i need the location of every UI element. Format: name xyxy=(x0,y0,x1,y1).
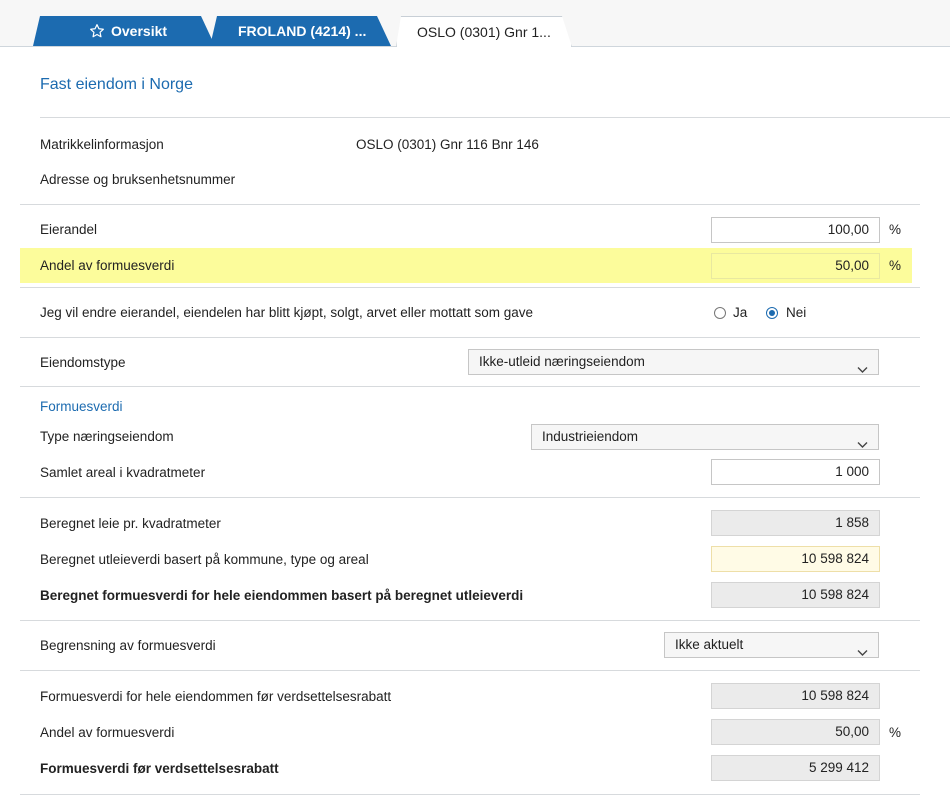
type-naering-label: Type næringseiendom xyxy=(40,429,174,444)
tab-oversikt[interactable]: Oversikt xyxy=(33,16,215,46)
areal-input[interactable]: 1 000 xyxy=(711,459,880,485)
divider xyxy=(20,204,920,205)
star-icon xyxy=(89,23,105,39)
eierandel-label: Eierandel xyxy=(40,222,98,237)
andel-formuesverdi-label: Andel av formuesverdi xyxy=(40,258,175,273)
formuesverdi-hele-value: 10 598 824 xyxy=(711,582,880,608)
eierandel-input[interactable]: 100,00 xyxy=(711,217,880,243)
andel-formuesverdi2-unit: % xyxy=(889,725,902,740)
andel-formuesverdi-unit: % xyxy=(889,258,902,273)
tab-oslo[interactable]: OSLO (0301) Gnr 1... xyxy=(396,16,572,47)
formuesverdi-heading: Formuesverdi xyxy=(40,399,123,414)
eiendomstype-value: Ikke-utleid næringseiendom xyxy=(479,354,645,369)
areal-label: Samlet areal i kvadratmeter xyxy=(40,465,206,480)
andel-formuesverdi2-value: 50,00 xyxy=(711,719,880,745)
tab-froland[interactable]: FROLAND (4214) ... xyxy=(210,16,391,46)
type-naering-select[interactable]: Industrieiendom xyxy=(531,424,879,450)
divider xyxy=(20,670,920,671)
formuesverdi-hele-label: Beregnet formuesverdi for hele eiendomme… xyxy=(40,588,524,603)
tab-froland-label: FROLAND (4214) ... xyxy=(238,23,367,39)
divider xyxy=(20,337,920,338)
divider xyxy=(20,620,920,621)
radio-nei[interactable] xyxy=(766,307,778,319)
divider xyxy=(20,794,920,795)
begrensning-label: Begrensning av formuesverdi xyxy=(40,638,216,653)
eiendomstype-label: Eiendomstype xyxy=(40,355,126,370)
divider xyxy=(20,287,920,288)
leie-kvm-label: Beregnet leie pr. kvadratmeter xyxy=(40,516,221,531)
matrikkel-value: OSLO (0301) Gnr 116 Bnr 146 xyxy=(356,137,539,152)
fv-for-rabatt-value: 10 598 824 xyxy=(711,683,880,709)
chevron-down-icon xyxy=(857,433,868,457)
divider xyxy=(20,497,920,498)
fv-for-rabatt-label: Formuesverdi for hele eiendommen før ver… xyxy=(40,689,392,704)
begrensning-select[interactable]: Ikke aktuelt xyxy=(664,632,879,658)
radio-ja[interactable] xyxy=(714,307,726,319)
begrensning-value: Ikke aktuelt xyxy=(675,637,744,652)
scroll-mask xyxy=(20,118,950,132)
tab-oversikt-label: Oversikt xyxy=(111,23,168,39)
tab-oslo-label: OSLO (0301) Gnr 1... xyxy=(417,24,551,40)
page-title: Fast eiendom i Norge xyxy=(40,76,193,93)
endre-question: Jeg vil endre eierandel, eiendelen har b… xyxy=(40,305,534,320)
eierandel-unit: % xyxy=(889,222,902,237)
utleieverdi-label: Beregnet utleieverdi basert på kommune, … xyxy=(40,552,369,567)
chevron-down-icon xyxy=(857,641,868,665)
adresse-label: Adresse og bruksenhetsnummer xyxy=(40,172,236,187)
eiendomstype-select[interactable]: Ikke-utleid næringseiendom xyxy=(468,349,879,375)
utleieverdi-value: 10 598 824 xyxy=(711,546,880,572)
type-naering-value: Industrieiendom xyxy=(542,429,639,444)
andel-formuesverdi-input[interactable]: 50,00 xyxy=(711,253,880,279)
divider xyxy=(20,386,920,387)
leie-kvm-value: 1 858 xyxy=(711,510,880,536)
fv-for-verdsettelse-value: 5 299 412 xyxy=(711,755,880,781)
radio-nei-label: Nei xyxy=(786,305,807,320)
chevron-down-icon xyxy=(857,358,868,382)
radio-ja-label: Ja xyxy=(733,305,748,320)
fv-for-verdsettelse-label: Formuesverdi før verdsettelsesrabatt xyxy=(40,761,279,776)
matrikkel-label: Matrikkelinformasjon xyxy=(40,137,164,152)
andel-formuesverdi2-label: Andel av formuesverdi xyxy=(40,725,175,740)
